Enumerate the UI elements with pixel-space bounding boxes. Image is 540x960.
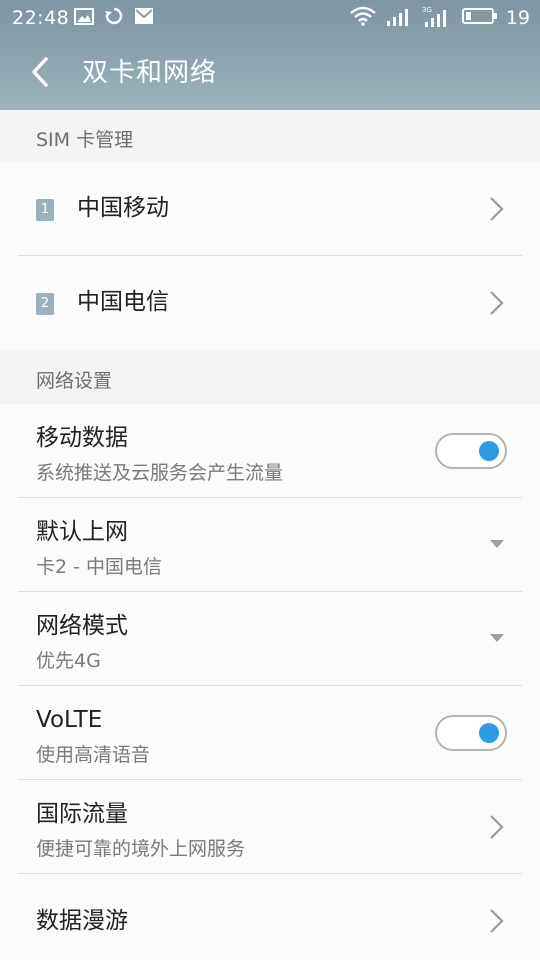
chevron-right-icon — [490, 197, 504, 221]
dropdown-arrow-icon[interactable] — [490, 634, 504, 642]
dropdown-arrow-icon[interactable] — [490, 540, 504, 548]
back-button[interactable] — [18, 50, 62, 94]
network-mode-title: 网络模式 — [36, 613, 128, 639]
network-mode-value: 优先4G — [36, 650, 101, 672]
signal-icon — [386, 6, 412, 30]
page-title: 双卡和网络 — [82, 58, 218, 88]
data-roaming-title: 数据漫游 — [36, 908, 128, 934]
sim-item-2[interactable]: 2 中国电信 — [0, 256, 540, 350]
mobile-data-title: 移动数据 — [36, 425, 128, 451]
mobile-data-row[interactable]: 移动数据 系统推送及云服务会产生流量 — [0, 404, 540, 498]
network-section-header: 网络设置 — [0, 351, 540, 403]
chevron-left-icon — [32, 57, 48, 87]
status-icons-right: 3G 19 — [340, 6, 530, 30]
app-header: 22:48 3G 19 双卡和网络 — [0, 0, 540, 110]
wifi-icon — [350, 6, 376, 30]
chevron-right-icon — [490, 909, 504, 933]
toggle-knob — [479, 723, 499, 743]
svg-text:3G: 3G — [422, 6, 432, 14]
sim-card-list: 1 中国移动 2 中国电信 — [0, 162, 540, 350]
title-bar: 双卡和网络 — [0, 40, 540, 108]
mobile-data-toggle[interactable] — [435, 433, 507, 469]
volte-toggle[interactable] — [435, 715, 507, 751]
default-internet-title: 默认上网 — [36, 519, 128, 545]
intl-data-title: 国际流量 — [36, 801, 128, 827]
default-internet-value: 卡2 - 中国电信 — [36, 556, 163, 578]
chevron-right-icon — [490, 815, 504, 839]
sim-item-1[interactable]: 1 中国移动 — [0, 162, 540, 256]
network-section-title: 网络设置 — [36, 370, 113, 392]
intl-data-row[interactable]: 国际流量 便捷可靠的境外上网服务 — [0, 780, 540, 874]
mail-icon — [134, 7, 154, 29]
intl-data-subtitle: 便捷可靠的境外上网服务 — [36, 838, 246, 860]
sync-icon — [104, 6, 124, 30]
status-bar: 22:48 3G 19 — [0, 0, 540, 36]
battery-level: 19 — [505, 7, 530, 29]
3g-signal-icon: 3G — [422, 5, 452, 31]
sim-1-badge: 1 — [36, 199, 54, 221]
mobile-data-subtitle: 系统推送及云服务会产生流量 — [36, 462, 284, 484]
toggle-knob — [479, 441, 499, 461]
volte-subtitle: 使用高清语音 — [36, 744, 151, 766]
battery-icon — [461, 6, 498, 30]
sim-section-header: SIM 卡管理 — [0, 110, 540, 162]
network-mode-row[interactable]: 网络模式 优先4G — [0, 592, 540, 686]
image-icon — [74, 7, 94, 29]
sim-section-title: SIM 卡管理 — [36, 129, 134, 151]
status-time: 22:48 — [12, 7, 70, 29]
volte-row[interactable]: VoLTE 使用高清语音 — [0, 686, 540, 780]
sim-2-label: 中国电信 — [77, 289, 169, 315]
volte-title: VoLTE — [36, 707, 103, 733]
default-internet-row[interactable]: 默认上网 卡2 - 中国电信 — [0, 498, 540, 592]
sim-1-label: 中国移动 — [77, 195, 169, 221]
data-roaming-row[interactable]: 数据漫游 — [0, 874, 540, 960]
chevron-right-icon — [490, 291, 504, 315]
sim-2-badge: 2 — [36, 293, 54, 315]
status-icons-left — [74, 6, 164, 30]
network-settings-list: 移动数据 系统推送及云服务会产生流量 默认上网 卡2 - 中国电信 网络模式 优… — [0, 404, 540, 960]
screen: 22:48 3G 19 双卡和网络 SIM 卡管理 1 中国移动 2 中国电信 … — [0, 0, 540, 960]
